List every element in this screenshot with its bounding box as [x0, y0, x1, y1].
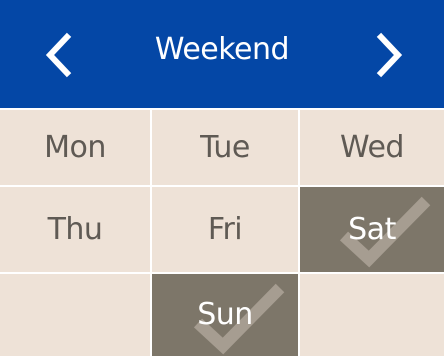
day-label: Thu: [47, 211, 103, 247]
picker-header: Weekend: [0, 0, 444, 108]
day-label: Tue: [200, 129, 250, 165]
day-label: Wed: [340, 129, 404, 165]
day-label: Sun: [197, 297, 253, 332]
empty-cell: [0, 274, 150, 356]
chevron-right-icon: [376, 32, 403, 78]
day-sun[interactable]: Sun: [152, 274, 298, 356]
day-label: Fri: [207, 211, 243, 247]
next-button[interactable]: [360, 27, 416, 83]
day-wed[interactable]: Wed: [300, 110, 444, 185]
day-sat[interactable]: Sat: [300, 187, 444, 272]
weekday-picker: Weekend Mon Tue Wed Thu Fri Sat Sun: [0, 0, 444, 356]
day-tue[interactable]: Tue: [152, 110, 298, 185]
day-grid: Mon Tue Wed Thu Fri Sat Sun: [0, 110, 444, 356]
day-mon[interactable]: Mon: [0, 110, 150, 185]
day-fri[interactable]: Fri: [152, 187, 298, 272]
day-thu[interactable]: Thu: [0, 187, 150, 272]
day-label: Mon: [44, 129, 106, 165]
day-label: Sat: [348, 211, 396, 247]
empty-cell: [300, 274, 444, 356]
